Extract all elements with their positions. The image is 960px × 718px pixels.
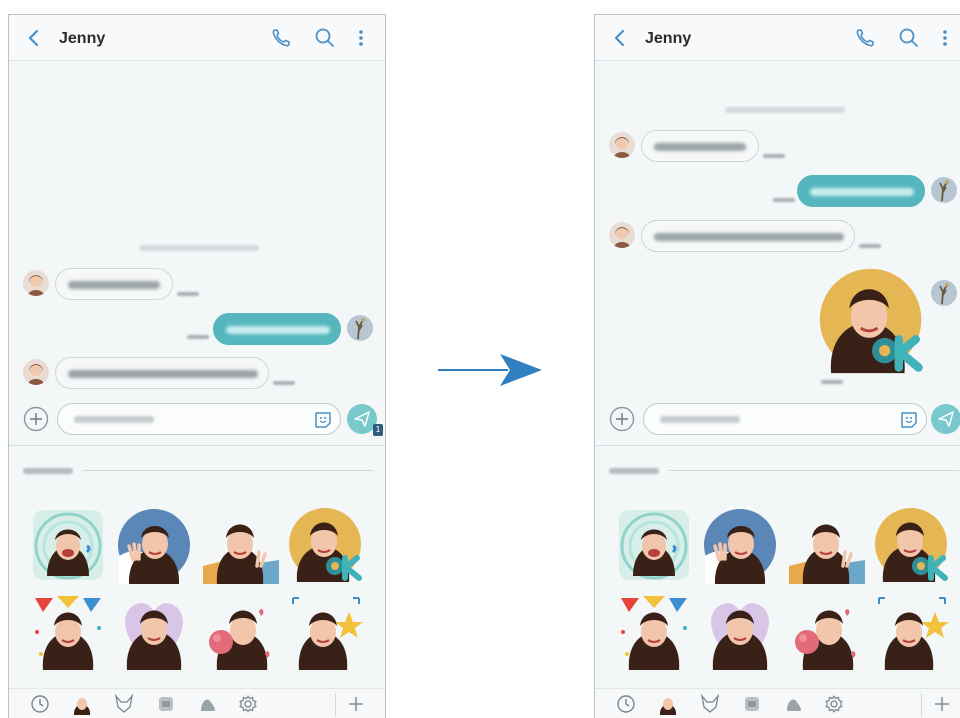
contact-avatar xyxy=(609,222,635,248)
contact-avatar xyxy=(609,132,635,158)
divider xyxy=(669,470,959,471)
sticker-laughing[interactable] xyxy=(615,506,693,584)
smiley-icon[interactable] xyxy=(312,409,334,431)
outgoing-message[interactable] xyxy=(213,313,341,345)
contact-avatar xyxy=(23,359,49,385)
gear-icon[interactable] xyxy=(237,693,259,715)
avatar-sticker-tab-icon[interactable] xyxy=(71,693,93,715)
message-thread xyxy=(595,62,960,396)
message-input[interactable] xyxy=(57,403,341,435)
compose-bar xyxy=(595,397,960,445)
search-icon[interactable] xyxy=(897,26,921,50)
send-button[interactable] xyxy=(931,404,960,434)
sticker-waving[interactable] xyxy=(115,506,193,584)
conversation-header: Jenny xyxy=(9,15,385,61)
sticker-wink[interactable] xyxy=(873,592,951,670)
sticker-laughing[interactable] xyxy=(29,506,107,584)
message-time xyxy=(177,292,199,296)
conversation-header: Jenny xyxy=(595,15,960,61)
message-time xyxy=(821,380,843,384)
send-button[interactable]: 1 xyxy=(347,404,383,436)
sticker-kiss[interactable] xyxy=(787,592,865,670)
blob-sticker-tab-icon[interactable] xyxy=(783,693,805,715)
self-avatar xyxy=(931,280,957,306)
message-placeholder xyxy=(660,416,740,423)
sticker-kiss[interactable] xyxy=(201,592,279,670)
avatar-sticker-tab-icon[interactable] xyxy=(657,693,679,715)
character-sticker-tab-icon[interactable] xyxy=(155,693,177,715)
divider xyxy=(83,470,373,471)
sticker-panel xyxy=(595,445,960,718)
sticker-waving[interactable] xyxy=(701,506,779,584)
phone-icon[interactable] xyxy=(269,26,293,50)
chevron-left-icon[interactable] xyxy=(23,26,43,50)
screen-before: Jenny 1 xyxy=(8,14,386,718)
sticker-party[interactable] xyxy=(29,592,107,670)
panel-label xyxy=(23,468,73,474)
incoming-message[interactable] xyxy=(55,268,173,300)
incoming-message[interactable] xyxy=(55,357,269,389)
sim-badge: 1 xyxy=(373,424,383,436)
plus-icon[interactable] xyxy=(931,693,953,715)
compose-bar: 1 xyxy=(9,397,385,445)
search-icon[interactable] xyxy=(313,26,337,50)
clock-icon[interactable] xyxy=(29,693,51,715)
message-thread xyxy=(9,62,385,396)
smiley-icon[interactable] xyxy=(898,409,920,431)
plus-icon[interactable] xyxy=(345,693,367,715)
message-time xyxy=(273,381,295,385)
fox-sticker-tab-icon[interactable] xyxy=(113,693,135,715)
phone-icon[interactable] xyxy=(853,26,877,50)
incoming-message[interactable] xyxy=(641,130,759,162)
contact-name: Jenny xyxy=(59,30,106,47)
send-icon xyxy=(938,411,954,427)
self-avatar xyxy=(347,315,373,341)
message-time xyxy=(187,335,209,339)
clock-icon[interactable] xyxy=(615,693,637,715)
sticker-panel xyxy=(9,445,385,718)
divider xyxy=(335,693,336,717)
sticker-peace[interactable] xyxy=(787,506,865,584)
transition-arrow-icon xyxy=(438,354,542,386)
fox-sticker-tab-icon[interactable] xyxy=(699,693,721,715)
character-sticker-tab-icon[interactable] xyxy=(741,693,763,715)
message-time xyxy=(859,244,881,248)
sticker-tabs xyxy=(9,688,385,718)
sticker-ok[interactable] xyxy=(287,506,365,584)
panel-label xyxy=(609,468,659,474)
divider xyxy=(921,693,922,717)
sticker-tabs xyxy=(595,688,960,718)
sticker-heart[interactable] xyxy=(115,592,193,670)
sent-sticker-ok[interactable] xyxy=(817,266,927,376)
plus-circle-icon[interactable] xyxy=(23,406,49,432)
date-separator xyxy=(725,107,845,113)
outgoing-message[interactable] xyxy=(797,175,925,207)
self-avatar xyxy=(931,177,957,203)
sticker-heart[interactable] xyxy=(701,592,779,670)
message-placeholder xyxy=(74,416,154,423)
sticker-ok[interactable] xyxy=(873,506,951,584)
sticker-peace[interactable] xyxy=(201,506,279,584)
sticker-wink[interactable] xyxy=(287,592,365,670)
more-vertical-icon[interactable] xyxy=(933,26,957,50)
contact-avatar xyxy=(23,270,49,296)
message-input[interactable] xyxy=(643,403,927,435)
chevron-left-icon[interactable] xyxy=(609,26,629,50)
contact-name: Jenny xyxy=(645,30,692,47)
incoming-message[interactable] xyxy=(641,220,855,252)
more-vertical-icon[interactable] xyxy=(349,26,373,50)
screen-after: Jenny xyxy=(594,14,960,718)
date-separator xyxy=(139,245,259,251)
message-time xyxy=(763,154,785,158)
gear-icon[interactable] xyxy=(823,693,845,715)
plus-circle-icon[interactable] xyxy=(609,406,635,432)
message-time xyxy=(773,198,795,202)
blob-sticker-tab-icon[interactable] xyxy=(197,693,219,715)
sticker-party[interactable] xyxy=(615,592,693,670)
